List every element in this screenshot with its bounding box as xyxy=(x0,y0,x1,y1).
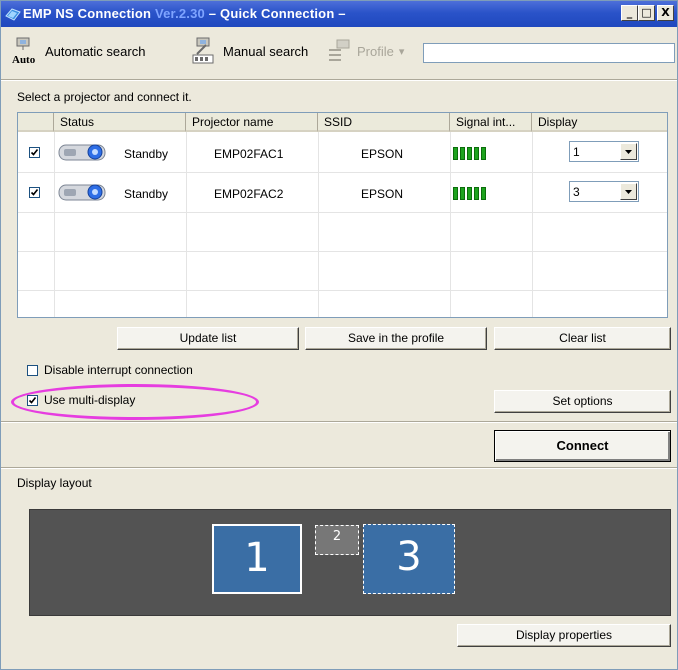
profile-dropdown-icon[interactable]: ▾ xyxy=(399,45,405,58)
connect-button[interactable]: Connect xyxy=(494,430,671,462)
title-bar[interactable]: EMP NS Connection Ver.2.30 – Quick Conne… xyxy=(1,1,677,27)
display-select-value: 3 xyxy=(573,185,580,199)
save-profile-button[interactable]: Save in the profile xyxy=(305,327,487,350)
projector-name-cell: EMP02FAC2 xyxy=(214,187,284,201)
minimize-button[interactable]: _ xyxy=(621,5,638,21)
disable-interrupt-label: Disable interrupt connection xyxy=(44,363,193,377)
manual-search-label: Manual search xyxy=(223,43,309,59)
clear-list-button[interactable]: Clear list xyxy=(494,327,671,350)
display-select[interactable]: 3 xyxy=(569,181,639,202)
disable-interrupt-checkbox[interactable] xyxy=(27,364,38,376)
projector-name-cell: EMP02FAC1 xyxy=(214,147,284,161)
column-header-ssid[interactable]: SSID xyxy=(318,113,450,132)
ssid-cell: EPSON xyxy=(361,147,404,161)
section-divider xyxy=(1,467,677,469)
grid-line xyxy=(18,212,667,213)
manual-search-icon xyxy=(192,37,214,64)
row-checkbox[interactable] xyxy=(29,147,40,158)
title-suffix: – Quick Connection – xyxy=(208,6,346,21)
display-tile-1[interactable]: 1 xyxy=(212,524,302,594)
app-icon xyxy=(5,8,21,21)
display-properties-button[interactable]: Display properties xyxy=(457,624,671,647)
manual-search-button[interactable]: Manual search xyxy=(189,37,308,65)
automatic-search-label: Automatic search xyxy=(45,43,146,59)
column-header-projector-name[interactable]: Projector name xyxy=(186,113,318,132)
grid-line xyxy=(18,172,667,173)
display-select-value: 1 xyxy=(573,145,580,159)
projector-icon xyxy=(58,184,106,201)
chevron-down-icon[interactable] xyxy=(620,183,637,200)
disable-interrupt-option[interactable]: Disable interrupt connection xyxy=(27,363,193,377)
grid-line xyxy=(18,251,667,252)
signal-bars xyxy=(453,147,486,160)
ssid-cell: EPSON xyxy=(361,187,404,201)
profile-field[interactable] xyxy=(423,43,675,63)
profile-icon xyxy=(329,39,350,61)
profile-button[interactable]: Profile ▾ xyxy=(327,37,404,65)
display-layout-area[interactable]: 1 2 3 xyxy=(29,509,671,616)
auto-icon-text: Auto xyxy=(12,54,36,66)
chevron-down-icon[interactable] xyxy=(620,143,637,160)
toolbar: Auto Automatic search Manual search Prof… xyxy=(9,31,675,73)
display-tile-2[interactable]: 2 xyxy=(315,525,359,555)
column-header-status[interactable]: Status xyxy=(54,113,186,132)
display-tile-3[interactable]: 3 xyxy=(363,524,455,594)
auto-search-icon: Auto xyxy=(12,37,36,66)
maximize-button[interactable]: □ xyxy=(638,5,655,21)
set-options-button[interactable]: Set options xyxy=(494,390,671,413)
status-cell: Standby xyxy=(124,147,169,161)
column-header-check[interactable] xyxy=(18,113,54,132)
signal-bars xyxy=(453,187,486,200)
status-cell: Standby xyxy=(124,187,169,201)
automatic-search-button[interactable]: Auto Automatic search xyxy=(11,37,146,66)
display-select[interactable]: 1 xyxy=(569,141,639,162)
highlight-ellipse xyxy=(11,384,259,420)
projector-list[interactable]: Status Projector name SSID Signal int...… xyxy=(17,112,668,318)
projector-icon xyxy=(58,144,106,161)
row-checkbox[interactable] xyxy=(29,187,40,198)
column-header-signal[interactable]: Signal int... xyxy=(450,113,532,132)
title-version: Ver.2.30 xyxy=(154,6,205,21)
close-button[interactable]: X xyxy=(657,5,674,21)
instruction-text: Select a projector and connect it. xyxy=(17,90,192,104)
section-divider xyxy=(1,421,677,423)
display-layout-label: Display layout xyxy=(17,476,92,490)
title-main: EMP NS Connection xyxy=(23,6,152,21)
column-header-display[interactable]: Display xyxy=(532,113,667,132)
toolbar-divider xyxy=(1,79,677,81)
update-list-button[interactable]: Update list xyxy=(117,327,299,350)
profile-label: Profile xyxy=(357,43,394,59)
grid-line xyxy=(18,290,667,291)
app-window: EMP NS Connection Ver.2.30 – Quick Conne… xyxy=(0,0,678,670)
window-title: EMP NS Connection Ver.2.30 – Quick Conne… xyxy=(23,6,346,21)
